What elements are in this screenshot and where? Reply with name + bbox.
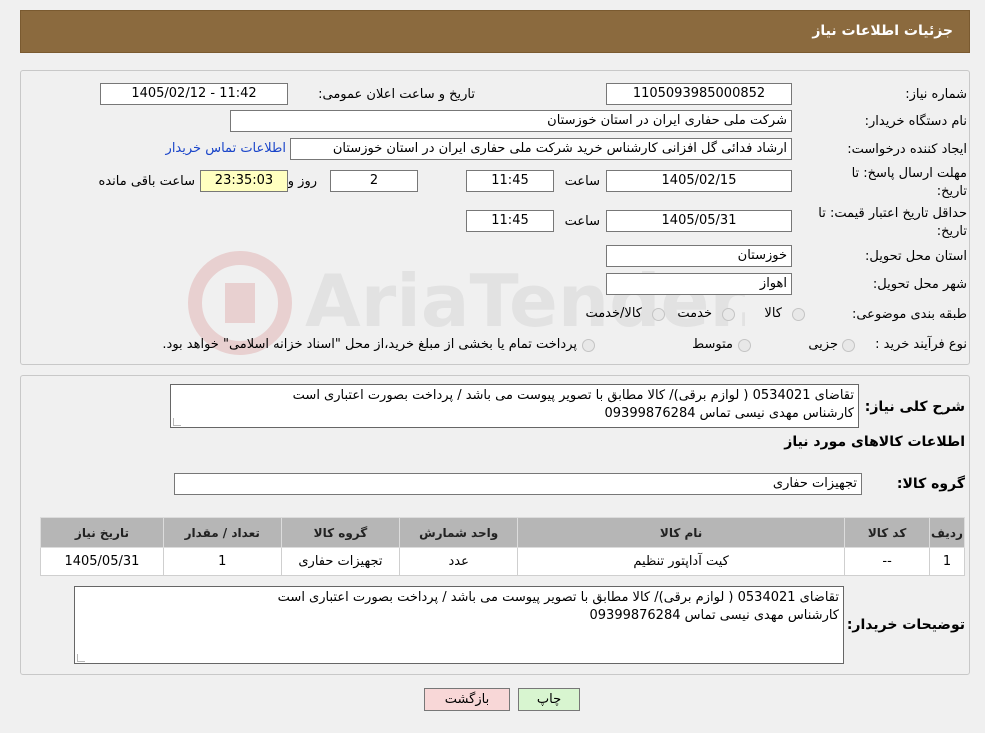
cell-group: تجهیزات حفاری (280, 547, 401, 576)
goods-group-label: گروه کالا: (896, 476, 965, 492)
buyer-notes-line-2: کارشناس مهدی نیسی تماس 09399876284 (589, 608, 839, 623)
resize-handle-icon[interactable] (77, 654, 85, 662)
col-header-unit: واحد شمارش (399, 517, 518, 548)
creator-label: ایجاد کننده درخواست: (847, 142, 967, 157)
deadline-label: مهلت ارسال پاسخ: تا (851, 166, 967, 181)
col-header-name: نام کالا (516, 517, 846, 548)
process-note: پرداخت تمام یا بخشی از مبلغ خرید،از محل … (162, 337, 577, 352)
page-title: جزئیات اطلاعات نیاز (812, 23, 953, 39)
province-label: استان محل تحویل: (865, 249, 967, 264)
deadline-date-field: 1405/02/15 (606, 170, 792, 192)
buyer-notes-line-1: تقاضای 0534021 ( لوازم برقی)/ کالا مطابق… (277, 590, 839, 605)
col-header-row: ردیف (928, 517, 966, 548)
category-option-goods: کالا (764, 306, 782, 321)
cell-quantity: 1 (162, 547, 282, 576)
remaining-label: ساعت باقی مانده (98, 174, 195, 189)
validity-label-2: تاریخ: (936, 224, 967, 239)
validity-time-label: ساعت (564, 214, 600, 229)
validity-date-field: 1405/05/31 (606, 210, 792, 232)
category-option-goods-service: کالا/خدمت (585, 306, 642, 321)
category-radio-goods[interactable] (792, 308, 805, 321)
process-checkbox-treasury[interactable] (582, 339, 595, 352)
goods-info-title: اطلاعات کالاهای مورد نیاز (784, 434, 965, 450)
city-label: شهر محل تحویل: (872, 277, 967, 292)
col-header-group: گروه کالا (280, 517, 401, 548)
goods-group-field: تجهیزات حفاری (174, 473, 862, 495)
resize-handle-icon[interactable] (173, 418, 181, 426)
category-label: طبقه بندی موضوعی: (851, 307, 967, 322)
process-option-minor: جزیی (808, 337, 838, 352)
category-option-service: خدمت (677, 306, 712, 321)
description-label: شرح کلی نیاز: (864, 399, 965, 415)
description-textarea[interactable]: تقاضای 0534021 ( لوازم برقی)/ کالا مطابق… (170, 384, 859, 428)
cell-date: 1405/05/31 (40, 547, 164, 576)
cell-name: کیت آداپتور تنظیم (516, 547, 846, 576)
buyer-notes-label: توضیحات خریدار: (846, 617, 965, 633)
province-field: خوزستان (606, 245, 792, 267)
back-button[interactable]: بازگشت (424, 688, 510, 711)
need-number-label: شماره نیاز: (905, 87, 967, 102)
need-number-field: 1105093985000852 (606, 83, 792, 105)
col-header-date: تاریخ نیاز (40, 517, 164, 548)
buyer-contact-link[interactable]: اطلاعات تماس خریدار (166, 141, 286, 156)
deadline-label-2: تاریخ: (936, 184, 967, 199)
announce-label: تاریخ و ساعت اعلان عمومی: (318, 87, 475, 102)
col-header-code: کد کالا (844, 517, 930, 548)
col-header-quantity: تعداد / مقدار (162, 517, 282, 548)
deadline-time-field: 11:45 (466, 170, 554, 192)
buyer-field: شرکت ملی حفاری ایران در استان خوزستان (230, 110, 792, 132)
buyer-label: نام دستگاه خریدار: (864, 114, 967, 129)
announce-datetime-field: 1405/02/12 - 11:42 (100, 83, 288, 105)
cell-row: 1 (928, 547, 966, 576)
process-radio-minor[interactable] (842, 339, 855, 352)
description-line-1: تقاضای 0534021 ( لوازم برقی)/ کالا مطابق… (292, 388, 854, 403)
buyer-notes-textarea[interactable]: تقاضای 0534021 ( لوازم برقی)/ کالا مطابق… (74, 586, 844, 664)
deadline-time-label: ساعت (564, 174, 600, 189)
remaining-time-field: 23:35:03 (200, 170, 288, 192)
cell-unit: عدد (399, 547, 518, 576)
city-field: اهواز (606, 273, 792, 295)
goods-table: ردیف کد کالا نام کالا واحد شمارش گروه کا… (40, 517, 966, 576)
print-button[interactable]: چاپ (518, 688, 580, 711)
days-label: روز و (287, 174, 317, 189)
process-label: نوع فرآیند خرید : (875, 337, 967, 352)
table-row: 1 -- کیت آداپتور تنظیم عدد تجهیزات حفاری… (40, 547, 966, 576)
category-radio-service[interactable] (722, 308, 735, 321)
days-field: 2 (330, 170, 418, 192)
page-header: جزئیات اطلاعات نیاز (20, 10, 970, 53)
cell-code: -- (844, 547, 930, 576)
validity-label: حداقل تاریخ اعتبار قیمت: تا (818, 206, 967, 221)
description-line-2: کارشناس مهدی نیسی تماس 09399876284 (604, 406, 854, 421)
process-option-medium: متوسط (692, 337, 733, 352)
creator-field: ارشاد فدائی گل افزانی کارشناس خرید شرکت … (290, 138, 792, 160)
category-radio-goods-service[interactable] (652, 308, 665, 321)
process-radio-medium[interactable] (738, 339, 751, 352)
validity-time-field: 11:45 (466, 210, 554, 232)
table-header-row: ردیف کد کالا نام کالا واحد شمارش گروه کا… (40, 517, 966, 548)
